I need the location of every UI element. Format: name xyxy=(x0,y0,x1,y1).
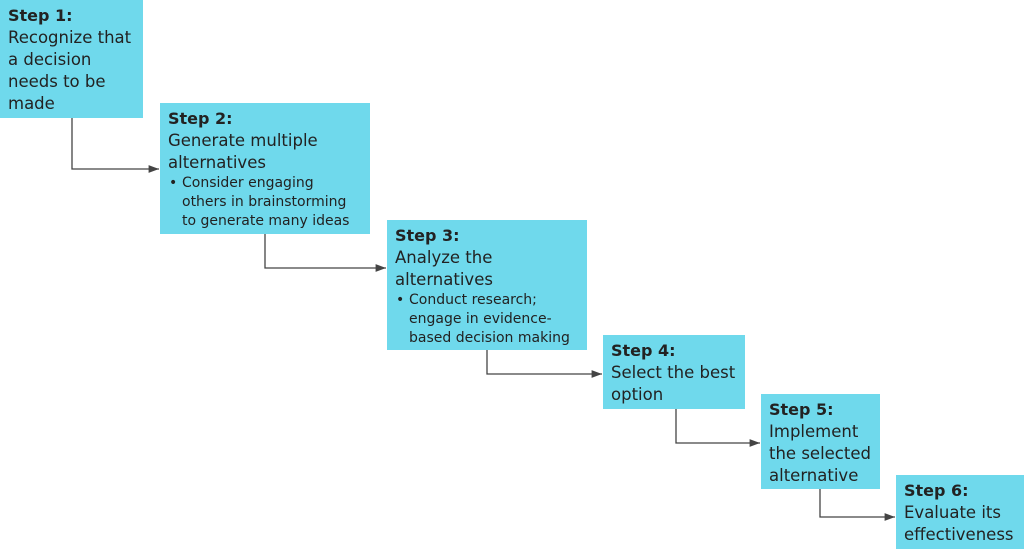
step-label: Step 3: xyxy=(395,226,460,245)
bullet-item: Consider engaging others in brainstormin… xyxy=(169,174,362,231)
connector-4-5 xyxy=(675,409,760,447)
connector-3-4 xyxy=(486,350,602,378)
step-label: Step 6: xyxy=(904,481,969,500)
step-3-box: Step 3: Analyze the alternatives Conduct… xyxy=(387,220,587,350)
step-text: Select the best option xyxy=(611,363,736,404)
step-2-box: Step 2: Generate multiple alternatives C… xyxy=(160,103,370,234)
connector-2-3 xyxy=(264,234,386,272)
step-text: Recognize that a decision needs to be ma… xyxy=(8,28,132,113)
step-4-box: Step 4: Select the best option xyxy=(603,335,745,409)
step-6-box: Step 6: Evaluate its effectiveness xyxy=(896,475,1024,549)
step-label: Step 2: xyxy=(168,109,233,128)
step-text: Generate multiple alternatives xyxy=(168,131,318,172)
step-5-box: Step 5: Implement the selected alternati… xyxy=(761,394,880,489)
step-label: Step 4: xyxy=(611,341,676,360)
step-text: Evaluate its effectiveness xyxy=(904,503,1014,544)
step-1-box: Step 1: Recognize that a decision needs … xyxy=(0,0,143,118)
connector-5-6 xyxy=(819,489,895,521)
step-text: Implement the selected alternative xyxy=(769,422,871,485)
bullet-item: Conduct research; engage in evidence-bas… xyxy=(396,291,579,348)
step-label: Step 5: xyxy=(769,400,834,419)
step-text: Analyze the alternatives xyxy=(395,248,493,289)
step-label: Step 1: xyxy=(8,6,73,25)
connector-1-2 xyxy=(71,118,159,173)
